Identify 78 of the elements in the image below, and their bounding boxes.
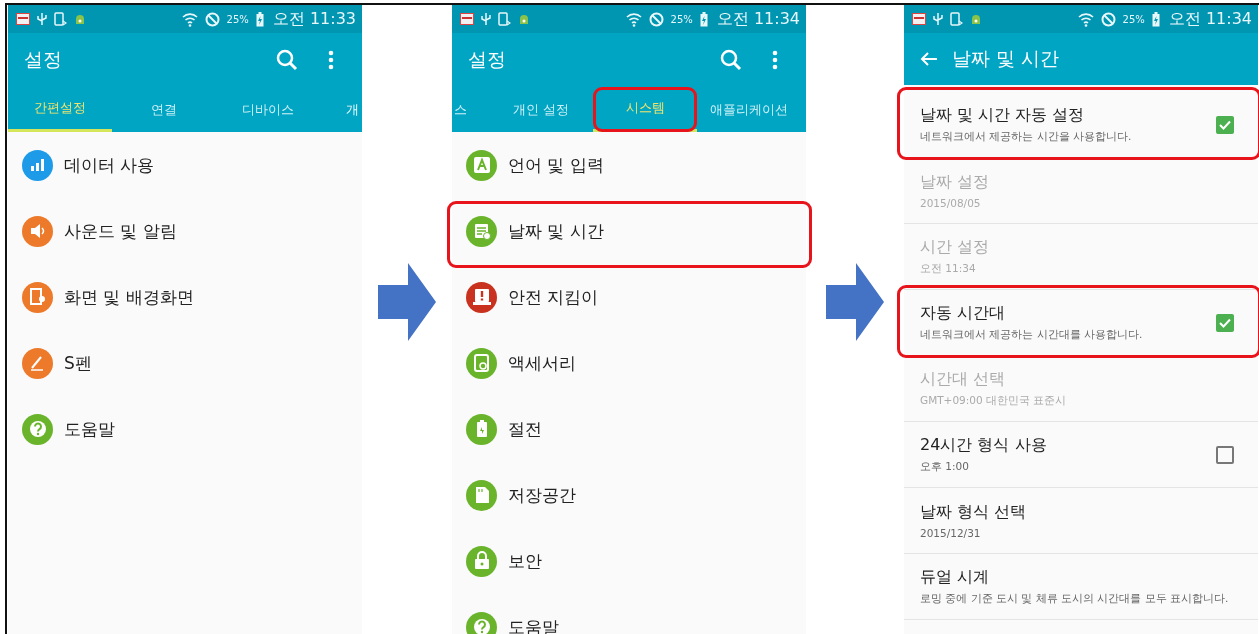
- setting-summary: 네트워크에서 제공하는 시간을 사용합니다.: [920, 130, 1133, 144]
- image-icon: [912, 13, 926, 25]
- menu-item[interactable]: 보안: [508, 549, 542, 573]
- blocked-icon: [204, 11, 220, 27]
- phone-icon: [950, 12, 963, 26]
- phone-icon: [498, 12, 511, 26]
- menu-item[interactable]: S펜: [64, 351, 92, 375]
- checkbox[interactable]: [1216, 445, 1234, 464]
- battery-level: 25%: [670, 13, 693, 25]
- setting-title: 날짜 형식 선택: [920, 502, 1028, 523]
- screen-title: 날짜 및 시간: [952, 46, 1061, 71]
- setting-row[interactable]: 24시간 형식 사용 오후 1:00: [904, 422, 1258, 488]
- setting-summary: 2015/08/05: [920, 197, 982, 209]
- setting-title: 날짜 설정: [920, 172, 991, 193]
- menu-item[interactable]: 액세서리: [508, 351, 576, 375]
- battery-icon: [699, 11, 708, 27]
- battery-level: 25%: [1122, 13, 1145, 25]
- usb-icon: [933, 12, 943, 26]
- setting-title: 듀얼 시계: [920, 567, 991, 588]
- setting-row[interactable]: 듀얼 시계 로밍 중에 기준 도시 및 체류 도시의 시간대를 모두 표시합니다.: [904, 554, 1258, 620]
- search-icon[interactable]: [720, 49, 742, 71]
- menu-item[interactable]: 절전: [508, 417, 542, 441]
- clock: 오전 11:33: [272, 8, 356, 30]
- screen-title: 설정: [468, 47, 507, 72]
- menu-item[interactable]: 저장공간: [508, 483, 576, 507]
- menu-item[interactable]: 화면 및 배경화면: [64, 285, 194, 309]
- menu-item[interactable]: 날짜 및 시간: [508, 219, 604, 243]
- setting-row[interactable]: 자동 시간대 네트워크에서 제공하는 시간대를 사용합니다.: [904, 290, 1258, 356]
- wifi-icon: [625, 11, 642, 27]
- clock: 오전 11:34: [1168, 8, 1252, 30]
- setting-row[interactable]: 날짜 및 시간 자동 설정 네트워크에서 제공하는 시간을 사용합니다.: [904, 92, 1258, 158]
- letter-icon: [471, 155, 492, 175]
- screen-title: 설정: [24, 47, 63, 72]
- blocked-icon: [1100, 11, 1116, 27]
- battery-icon: [255, 11, 264, 27]
- blocked-icon: [648, 11, 664, 27]
- right-arrow-icon: [826, 263, 884, 341]
- menu-item[interactable]: 데이터 사용: [64, 153, 155, 177]
- checkbox[interactable]: [1216, 115, 1234, 134]
- search-icon[interactable]: [276, 49, 298, 71]
- right-arrow-icon: [378, 263, 436, 341]
- clock: 오전 11:34: [716, 8, 800, 30]
- setting-title: 날짜 및 시간 자동 설정: [920, 105, 1086, 126]
- setting-summary: GMT+09:00 대한민국 표준시: [920, 394, 1068, 408]
- check-icon: [1219, 119, 1231, 130]
- usb-icon: [481, 12, 491, 26]
- setting-title: 자동 시간대: [920, 303, 1007, 324]
- battery-icon: [1151, 11, 1160, 27]
- setting-summary: 네트워크에서 제공하는 시간대를 사용합니다.: [920, 328, 1144, 342]
- menu-item[interactable]: 안전 지킴이: [508, 285, 599, 309]
- help-icon: [27, 419, 48, 439]
- back-arrow-icon[interactable]: [920, 51, 938, 67]
- image-icon: [460, 13, 474, 25]
- wifi-icon: [1077, 11, 1094, 27]
- setting-title: 24시간 형식 사용: [920, 435, 1048, 456]
- setting-summary: 로밍 중에 기준 도시 및 체류 도시의 시간대를 모두 표시합니다.: [920, 592, 1230, 606]
- more-options-icon[interactable]: [772, 50, 778, 70]
- menu-item[interactable]: 도움말: [64, 417, 115, 441]
- setting-summary: 오후 1:00: [920, 460, 970, 474]
- menu-item[interactable]: 언어 및 입력: [508, 153, 604, 177]
- alert-icon: [471, 287, 492, 307]
- screen-icon: [27, 287, 48, 307]
- usb-icon: [37, 12, 47, 26]
- setting-row[interactable]: 날짜 형식 선택 2015/12/31: [904, 488, 1258, 554]
- check-icon: [1219, 317, 1231, 328]
- phone-icon: [54, 12, 67, 26]
- wifi-icon: [181, 11, 198, 27]
- setting-summary: 2015/12/31: [920, 527, 982, 539]
- setting-title: 시간 설정: [920, 237, 991, 258]
- help-icon: [471, 617, 492, 634]
- setting-summary: 오전 11:34: [920, 262, 977, 276]
- accessory-icon: [471, 353, 492, 373]
- battery-level: 25%: [226, 13, 249, 25]
- menu-item[interactable]: 사운드 및 알림: [64, 219, 177, 243]
- more-options-icon[interactable]: [328, 50, 334, 70]
- setting-title: 시간대 선택: [920, 369, 1007, 390]
- image-icon: [16, 13, 30, 25]
- checkbox[interactable]: [1216, 313, 1234, 332]
